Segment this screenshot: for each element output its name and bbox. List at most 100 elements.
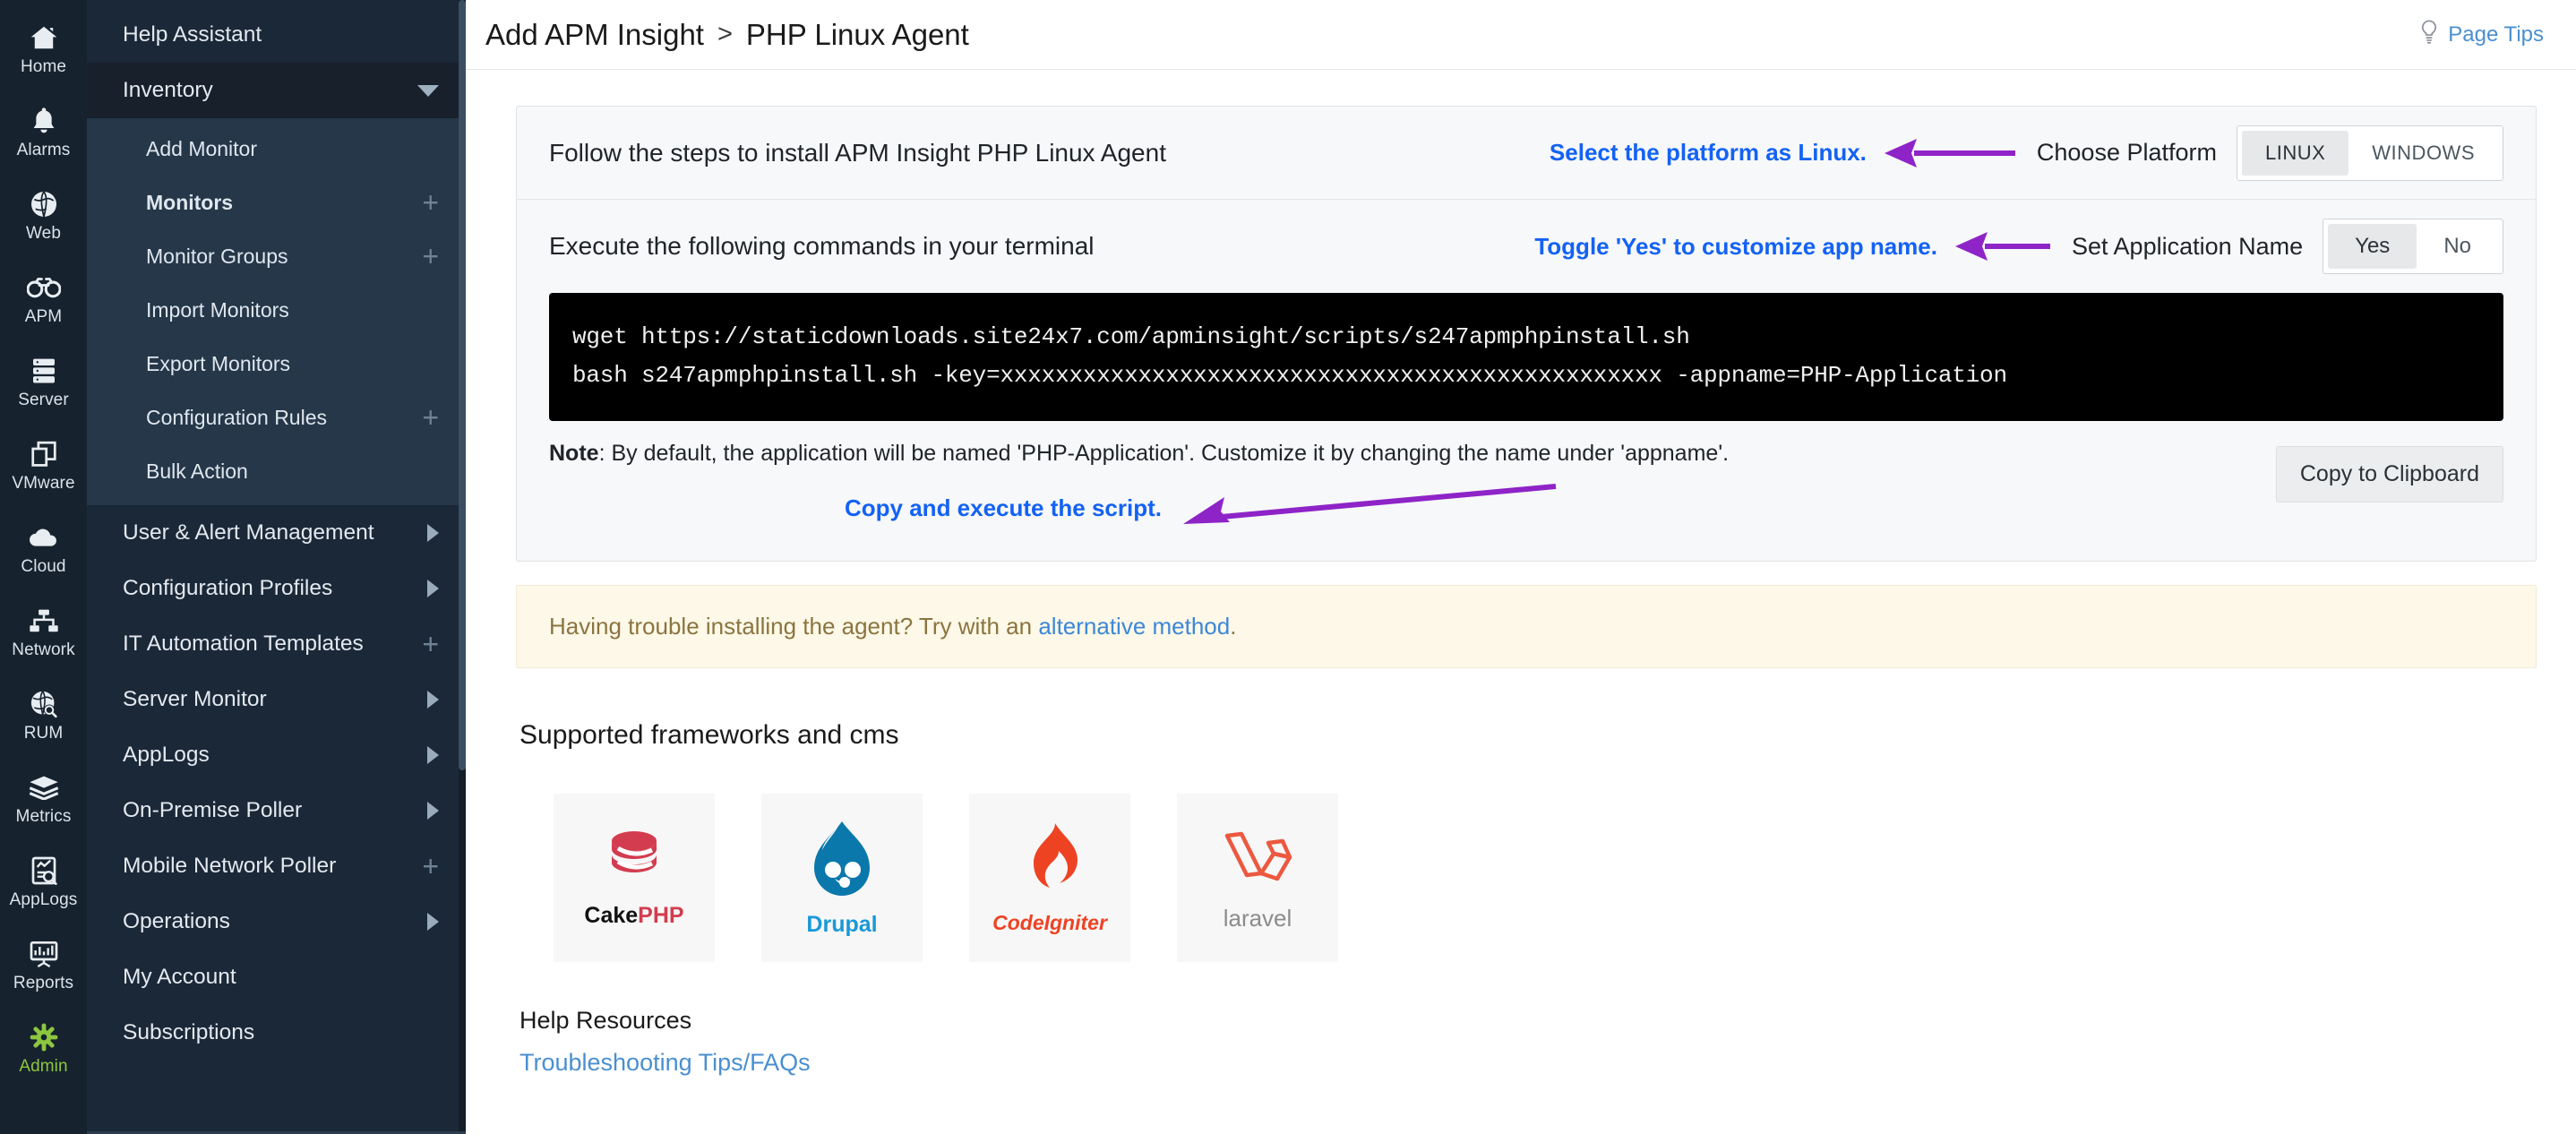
sidebar-item-bulk-action[interactable]: Bulk Action xyxy=(87,444,466,498)
plus-icon[interactable]: + xyxy=(422,630,439,658)
plus-icon[interactable]: + xyxy=(422,852,439,881)
framework-tile-cakephp[interactable]: CakePHP xyxy=(554,794,715,963)
arrow-left-appname-icon xyxy=(1953,228,2052,264)
appname-toggle: Yes No xyxy=(2323,219,2503,274)
platform-toggle: LINUX WINDOWS xyxy=(2237,125,2503,181)
network-icon xyxy=(29,606,59,636)
install-card: Follow the steps to install APM Insight … xyxy=(516,106,2537,563)
appname-option-no[interactable]: No xyxy=(2417,224,2498,269)
sidebar-item-label: IT Automation Templates xyxy=(123,631,364,656)
note-label: Note xyxy=(549,441,599,467)
command-block[interactable]: wget https://staticdownloads.site24x7.co… xyxy=(549,293,2503,422)
sidebar-item-monitors[interactable]: Monitors + xyxy=(87,176,466,229)
sidebar-menu: Help Assistant Inventory Add Monitor Mon… xyxy=(87,0,466,1134)
sidebar-item-label: Bulk Action xyxy=(146,459,248,483)
sidebar-item-label: Add Monitor xyxy=(146,136,258,160)
rail-item-reports[interactable]: Reports xyxy=(0,924,87,1007)
rail-label: Web xyxy=(25,224,62,243)
troubleshooting-link[interactable]: Troubleshooting Tips/FAQs xyxy=(519,1049,811,1077)
page-tips-label: Page Tips xyxy=(2448,21,2544,47)
sidebar-item-inventory[interactable]: Inventory xyxy=(87,63,466,118)
sidebar-item-label: Import Monitors xyxy=(146,297,289,322)
rail-item-metrics[interactable]: Metrics xyxy=(0,757,87,840)
sidebar-item-label: Inventory xyxy=(123,78,213,102)
plus-icon[interactable]: + xyxy=(422,188,439,217)
sidebar-item-my-account[interactable]: My Account xyxy=(87,949,466,1005)
framework-logos: CakePHP Drupal CodeIgniter laravel xyxy=(554,794,2537,963)
top-bar: Add APM Insight > PHP Linux Agent Page T… xyxy=(466,0,2576,70)
platform-option-linux[interactable]: LINUX xyxy=(2242,130,2349,176)
sidebar-item-it-automation-templates[interactable]: IT Automation Templates + xyxy=(87,616,466,672)
platform-option-windows[interactable]: WINDOWS xyxy=(2348,131,2498,176)
alternative-method-banner: Having trouble installing the agent? Try… xyxy=(516,585,2537,669)
cloud-icon xyxy=(28,522,60,553)
globe-icon xyxy=(30,189,58,219)
framework-tile-codeigniter[interactable]: CodeIgniter xyxy=(969,794,1130,963)
plus-icon[interactable]: + xyxy=(422,403,439,432)
install-heading: Follow the steps to install APM Insight … xyxy=(549,138,1166,167)
terminal-wrap: wget https://staticdownloads.site24x7.co… xyxy=(517,293,2536,422)
rail-item-admin[interactable]: Admin xyxy=(0,1007,87,1090)
sidebar-item-monitor-groups[interactable]: Monitor Groups + xyxy=(87,229,466,283)
sidebar-item-on-premise-poller[interactable]: On-Premise Poller xyxy=(87,783,466,838)
sidebar-item-help-assistant[interactable]: Help Assistant xyxy=(87,7,466,63)
rail-item-apm[interactable]: APM xyxy=(0,257,87,340)
breadcrumb-root[interactable]: Add APM Insight xyxy=(485,18,704,52)
sidebar-item-label: Operations xyxy=(123,909,230,933)
rail-label: Admin xyxy=(19,1057,68,1076)
appname-option-yes[interactable]: Yes xyxy=(2328,224,2417,269)
sidebar-item-user-alert-management[interactable]: User & Alert Management xyxy=(87,505,466,561)
sidebar-item-import-monitors[interactable]: Import Monitors xyxy=(87,283,466,337)
note-row: Note: By default, the application will b… xyxy=(517,421,2536,561)
gear-icon xyxy=(30,1022,58,1052)
sidebar-scrollbar[interactable] xyxy=(459,0,466,1134)
sidebar-item-configuration-rules[interactable]: Configuration Rules + xyxy=(87,391,466,444)
rail-label: Network xyxy=(12,640,75,659)
sidebar-item-export-monitors[interactable]: Export Monitors xyxy=(87,337,466,391)
platform-row: Follow the steps to install APM Insight … xyxy=(517,107,2536,200)
page-tips-button[interactable]: Page Tips xyxy=(2419,20,2544,49)
lightbulb-icon xyxy=(2419,20,2439,49)
sidebar-item-subscriptions[interactable]: Subscriptions xyxy=(87,1005,466,1061)
sidebar-item-applogs[interactable]: AppLogs xyxy=(87,727,466,783)
appname-annotation: Toggle 'Yes' to customize app name. xyxy=(1534,232,1937,260)
rail-item-network[interactable]: Network xyxy=(0,590,87,674)
note-text: Note: By default, the application will b… xyxy=(549,441,1729,467)
plus-icon[interactable]: + xyxy=(422,242,439,271)
rail-label: Reports xyxy=(13,974,74,992)
sidebar-item-server-monitor[interactable]: Server Monitor xyxy=(87,672,466,727)
menu-top-spacer xyxy=(87,0,466,7)
rail-item-web[interactable]: Web xyxy=(0,174,87,257)
sidebar-item-add-monitor[interactable]: Add Monitor xyxy=(87,122,466,176)
sidebar-item-operations[interactable]: Operations xyxy=(87,894,466,949)
note-annotation-line: Copy and execute the script. xyxy=(549,479,1729,537)
rail-label: Alarms xyxy=(16,141,71,159)
rail-item-server[interactable]: Server xyxy=(0,340,87,424)
alternative-method-link[interactable]: alternative method xyxy=(1038,613,1230,640)
rail-label: VMware xyxy=(12,474,75,493)
home-icon xyxy=(29,22,59,53)
server-icon xyxy=(30,356,57,386)
rail-item-vmware[interactable]: VMware xyxy=(0,424,87,507)
rail-item-applogs[interactable]: AppLogs xyxy=(0,840,87,924)
sidebar-item-configuration-profiles[interactable]: Configuration Profiles xyxy=(87,561,466,616)
framework-tile-laravel[interactable]: laravel xyxy=(1177,794,1338,963)
rail-item-alarms[interactable]: Alarms xyxy=(0,90,87,174)
sidebar-item-label: AppLogs xyxy=(123,743,210,767)
icon-rail: Home Alarms Web APM Server VMware Cloud … xyxy=(0,0,87,1134)
rail-item-rum[interactable]: RUM xyxy=(0,674,87,757)
rail-item-cloud[interactable]: Cloud xyxy=(0,507,87,590)
cakephp-logo xyxy=(591,827,677,901)
sidebar-scrollbar-thumb[interactable] xyxy=(459,0,466,770)
binoculars-icon xyxy=(26,272,61,303)
sidebar-item-mobile-network-poller[interactable]: Mobile Network Poller + xyxy=(87,838,466,894)
content-area: Follow the steps to install APM Insight … xyxy=(466,70,2576,1077)
rum-globe-icon xyxy=(30,689,58,719)
copy-to-clipboard-button[interactable]: Copy to Clipboard xyxy=(2275,446,2503,503)
laravel-logo xyxy=(1215,823,1301,903)
codeigniter-logo xyxy=(1016,820,1084,909)
sidebar-item-label: Monitors xyxy=(146,190,234,214)
rail-item-home[interactable]: Home xyxy=(0,7,87,90)
sidebar-item-label: Help Assistant xyxy=(123,22,262,47)
framework-tile-drupal[interactable]: Drupal xyxy=(761,794,923,963)
